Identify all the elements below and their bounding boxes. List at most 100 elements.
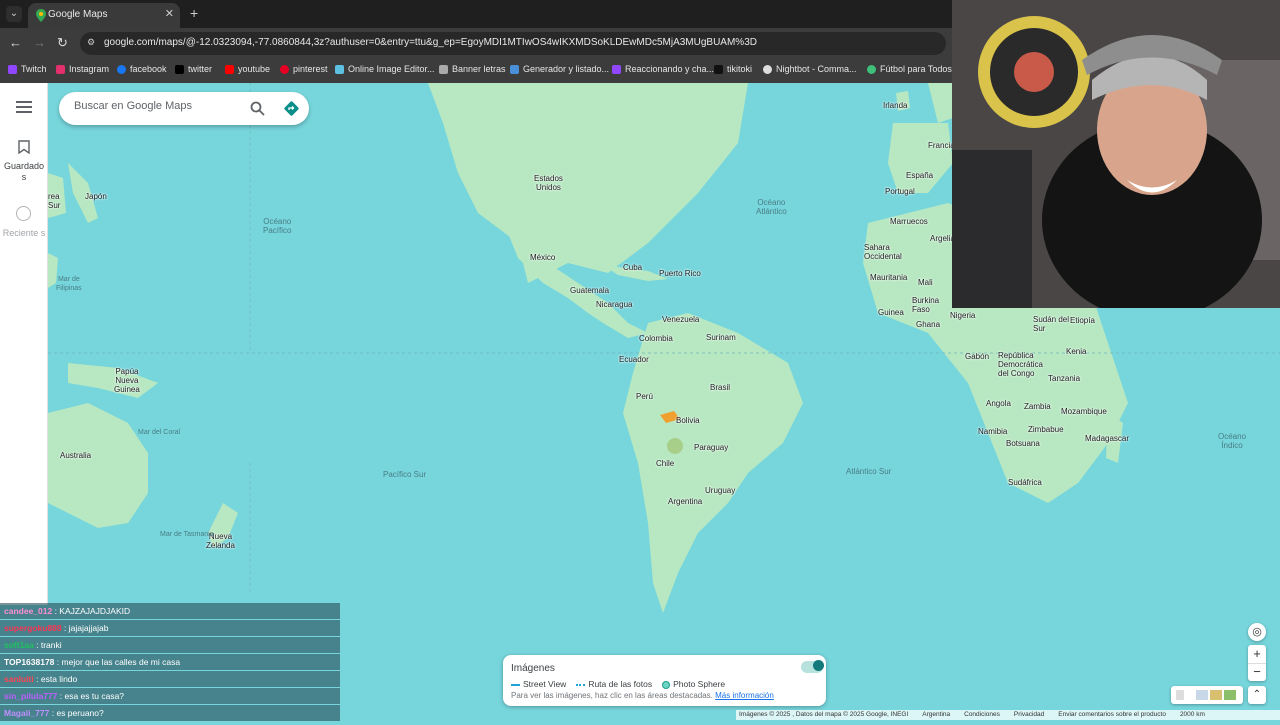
imagery-toggle[interactable] <box>801 660 824 673</box>
map-label-madagascar: Madagascar <box>1085 434 1130 443</box>
history-icon[interactable] <box>16 206 31 221</box>
expand-chevron-icon[interactable]: ⌃ <box>1248 686 1266 704</box>
zoom-controls: + − <box>1248 645 1266 681</box>
menu-icon[interactable] <box>16 101 32 116</box>
instagram-icon <box>56 64 65 74</box>
directions-icon[interactable] <box>283 100 300 117</box>
scale-label[interactable]: 2000 km <box>1180 710 1205 720</box>
back-arrow-icon[interactable]: ← <box>9 35 22 50</box>
map-label-rdc: República Democrática del Congo <box>998 351 1043 378</box>
reload-icon[interactable]: ↻ <box>57 35 68 51</box>
map-label-puerto-rico: Puerto Rico <box>659 269 701 278</box>
map-label-ecuador: Ecuador <box>619 355 649 364</box>
bookmark-nightbot[interactable]: Nightbot - Comma... <box>763 64 857 74</box>
x-icon <box>175 64 184 74</box>
maps-favicon-icon <box>36 9 46 22</box>
futbol-icon <box>867 64 876 74</box>
map-label-francia: Francia <box>928 141 955 150</box>
terms-link[interactable]: Condiciones <box>964 710 1000 720</box>
maps-sidebar: Guardado s Reciente s <box>0 83 48 605</box>
site-info-icon[interactable]: ⚙ <box>87 37 95 48</box>
chat-message: Magali_777 : es peruano? <box>0 705 340 721</box>
zoom-out-button[interactable]: − <box>1248 663 1266 681</box>
bookmark-generador[interactable]: Generador y listado... <box>510 64 609 74</box>
browser-toolbar: ← → ↻ ⚙ google.com/maps/@-12.0323094,-77… <box>0 28 952 59</box>
bookmark-twitter[interactable]: twitter <box>175 64 212 74</box>
map-label-argentina: Argentina <box>668 497 703 506</box>
layer-thumb-icon <box>1210 690 1222 700</box>
imagery-title: Imágenes <box>511 663 555 674</box>
bookmark-icon[interactable] <box>18 140 30 154</box>
map-label-chile: Chile <box>656 459 675 468</box>
search-icon[interactable] <box>250 101 265 116</box>
map-label-guatemala: Guatemala <box>570 286 610 295</box>
privacy-link[interactable]: Privacidad <box>1014 710 1044 720</box>
chat-message: candee_012 : KAJZAJAJDJAKID <box>0 603 340 619</box>
chat-message: sin_pilula777 : esa es tu casa? <box>0 688 340 704</box>
map-label-espana: España <box>906 171 934 180</box>
layer-thumb-icon <box>1224 690 1236 700</box>
image-editor-icon <box>335 64 344 74</box>
bookmark-reaccionando[interactable]: Reaccionando y cha... <box>612 64 714 74</box>
map-label-colombia: Colombia <box>639 334 673 343</box>
map-label-tanzania: Tanzania <box>1048 374 1081 383</box>
bookmark-pinterest[interactable]: pinterest <box>280 64 328 74</box>
map-label-zimbabue: Zimbabue <box>1028 425 1064 434</box>
feedback-link[interactable]: Enviar comentarios sobre el producto <box>1058 710 1166 720</box>
map-label-gabon: Gabón <box>965 352 990 361</box>
map-label-indico: Océano Índico <box>1218 432 1247 450</box>
webcam-overlay <box>952 0 1280 308</box>
map-label-uruguay: Uruguay <box>705 486 736 495</box>
bookmarks-bar: Twitch Instagram facebook twitter youtub… <box>0 59 964 83</box>
map-label-pacifico: Océano Pacífico <box>263 217 292 235</box>
bookmark-twitch[interactable]: Twitch <box>8 64 47 74</box>
imagery-note: Para ver las imágenes, haz clic en las á… <box>511 691 774 700</box>
region-link[interactable]: Argentina <box>922 710 950 720</box>
bookmark-banner-letras[interactable]: Banner letras <box>439 64 506 74</box>
tab-google-maps[interactable]: Google Maps ✕ <box>28 3 180 28</box>
more-info-link[interactable]: Más información <box>715 691 774 700</box>
bookmark-facebook[interactable]: facebook <box>117 64 167 74</box>
forward-arrow-icon[interactable]: → <box>33 35 46 50</box>
map-label-australia: Australia <box>60 451 92 460</box>
imagery-panel: Imágenes Street View Ruta de las fotos P… <box>503 655 826 706</box>
map-label-irlanda: Irlanda <box>883 101 908 110</box>
map-label-marruecos: Marruecos <box>890 217 928 226</box>
zoom-in-button[interactable]: + <box>1248 645 1266 663</box>
search-box <box>59 92 309 125</box>
map-footer: Imágenes © 2025 , Datos del mapa © 2025 … <box>736 710 1280 720</box>
bookmark-youtube[interactable]: youtube <box>225 64 270 74</box>
street-view-legend: Street View <box>511 679 566 689</box>
layers-switcher[interactable] <box>1171 686 1243 704</box>
recent-label[interactable]: Reciente s <box>2 228 46 239</box>
bookmark-tikitoki[interactable]: tikitoki <box>714 64 752 74</box>
tab-search-button[interactable]: ⌄ <box>6 6 22 22</box>
map-label-namibia: Namibia <box>978 427 1008 436</box>
twitch-icon <box>8 64 17 74</box>
bookmark-instagram[interactable]: Instagram <box>56 64 109 74</box>
map-label-png: Papúa Nueva Guinea <box>114 367 140 394</box>
url-text[interactable]: google.com/maps/@-12.0323094,-77.0860844… <box>104 37 757 48</box>
imagery-legend: Street View Ruta de las fotos Photo Sphe… <box>511 679 725 689</box>
streamer-camera-image <box>952 0 1280 308</box>
map-label-etiopia: Etiopía <box>1070 316 1095 325</box>
photo-sphere-dot-icon <box>662 680 671 689</box>
map-label-eeuu: Estados Unidos <box>534 174 563 192</box>
search-input[interactable] <box>74 100 234 112</box>
tab-close-icon[interactable]: ✕ <box>165 7 174 20</box>
address-bar[interactable]: ⚙ google.com/maps/@-12.0323094,-77.08608… <box>80 32 946 55</box>
map-label-sudan-sur: Sudán del Sur <box>1033 315 1070 333</box>
saved-label[interactable]: Guardado s <box>2 161 46 183</box>
bookmark-image-editor[interactable]: Online Image Editor... <box>335 64 435 74</box>
map-label-surinam: Surinam <box>706 333 736 342</box>
bookmark-futbol[interactable]: Fútbol para Todos |... <box>867 64 964 74</box>
tab-title: Google Maps <box>48 9 108 20</box>
layer-thumb-icon <box>1196 690 1208 700</box>
my-location-icon[interactable]: ◎ <box>1248 623 1266 641</box>
new-tab-button[interactable]: + <box>190 5 198 21</box>
map-label-atlantico-sur: Atlántico Sur <box>846 467 892 476</box>
facebook-icon <box>117 64 126 74</box>
map-label-mar-coral: Mar del Coral <box>138 429 181 436</box>
map-label-pacifico-sur: Pacífico Sur <box>383 470 427 479</box>
map-label-mali: Mali <box>918 278 933 287</box>
